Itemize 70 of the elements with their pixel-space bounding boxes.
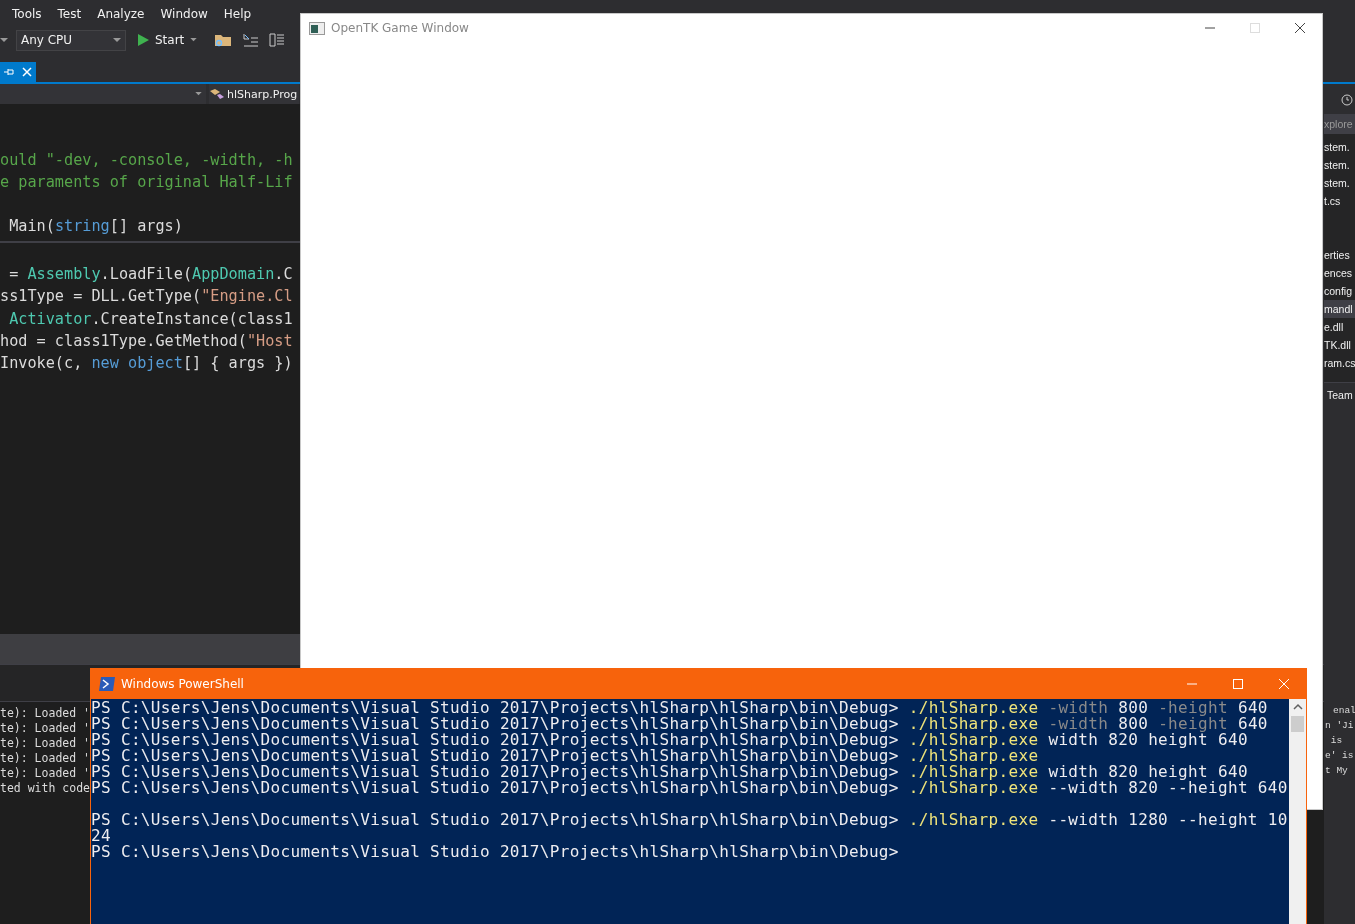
terminal-line: PS C:\Users\Jens\Documents\Visual Studio 2017\Projects\hlSharp\hlSharp\bin\Debug> ./hlSharp.exe --width 820 --height 640: [91, 780, 1289, 796]
code-line: e paraments of original Half-Lif: [0, 171, 294, 193]
tree-item[interactable]: ences: [1324, 264, 1355, 282]
menu-item[interactable]: Help: [215, 5, 260, 23]
output-line: e' is: [1325, 749, 1354, 763]
tree-item[interactable]: mandl: [1324, 300, 1355, 318]
output-line: te): Loaded ': [0, 721, 90, 736]
app-icon: [309, 21, 325, 35]
output-line: te): Loaded ': [0, 751, 90, 766]
tree-item[interactable]: erties: [1324, 246, 1355, 264]
clock-icon[interactable]: [1341, 92, 1353, 106]
terminal-line: PS C:\Users\Jens\Documents\Visual Studio 2017\Projects\hlSharp\hlSharp\bin\Debug> ./hlSharp.exe width 820 height 640: [91, 764, 1249, 780]
close-icon[interactable]: [1294, 22, 1306, 34]
menu-item[interactable]: Test: [49, 5, 90, 23]
output-line: ted with code: [0, 781, 90, 796]
menu-item[interactable]: Window: [152, 5, 216, 23]
member-dropdown[interactable]: hlSharp.Prog: [209, 84, 300, 104]
platform-dropdown[interactable]: Any CPU: [16, 29, 126, 51]
tree-item[interactable]: t.cs: [1324, 192, 1355, 210]
tree-item[interactable]: stem.: [1324, 138, 1355, 156]
output-line: t My: [1325, 764, 1348, 778]
class-icon: [209, 88, 225, 100]
menu-item[interactable]: Tools: [4, 5, 50, 23]
caret-icon: [195, 92, 202, 96]
code-line: Activator.CreateInstance(class1: [8, 308, 294, 330]
document-tab[interactable]: [0, 62, 36, 82]
window-title: Windows PowerShell: [121, 677, 244, 691]
output-line: is: [1329, 734, 1343, 748]
code-line: Invoke(c, new object[] { args }): [0, 353, 294, 375]
tree-item[interactable]: stem.: [1324, 156, 1355, 174]
terminal-line: 24: [91, 828, 112, 844]
output-line: enal: [1332, 704, 1355, 718]
code-line: = Assembly.LoadFile(AppDomain.C: [8, 264, 294, 286]
terminal-line: PS C:\Users\Jens\Documents\Visual Studio 2017\Projects\hlSharp\hlSharp\bin\Debug> ./hlSharp.exe -width 800 -height 640: [91, 716, 1269, 732]
caret-icon: [113, 37, 121, 43]
scrollbar[interactable]: [1289, 699, 1306, 924]
tree-item[interactable]: TK.dll: [1324, 336, 1355, 354]
tree-item[interactable]: ram.cs: [1324, 354, 1355, 372]
panel-tab[interactable]: Team: [1324, 382, 1355, 407]
terminal-line: PS C:\Users\Jens\Documents\Visual Studio 2017\Projects\hlSharp\hlSharp\bin\Debug>: [91, 844, 900, 860]
output-line: n 'Ji: [1325, 719, 1354, 733]
menu-item[interactable]: Analyze: [89, 5, 153, 23]
indent-icon[interactable]: [243, 33, 260, 47]
terminal-line: PS C:\Users\Jens\Documents\Visual Studio 2017\Projects\hlSharp\hlSharp\bin\Debug> ./hlSharp.exe --width 1280 --height 10: [91, 812, 1289, 828]
window-title: OpenTK Game Window: [331, 21, 469, 35]
code-line: ould "-dev, -console, -width, -h: [0, 149, 294, 171]
terminal-line: PS C:\Users\Jens\Documents\Visual Studio 2017\Projects\hlSharp\hlSharp\bin\Debug> ./hlSharp.exe -width 800 -height 640: [91, 700, 1269, 716]
dropdown-caret-icon[interactable]: [0, 37, 10, 43]
terminal-line: PS C:\Users\Jens\Documents\Visual Studio 2017\Projects\hlSharp\hlSharp\bin\Debug> ./hlSharp.exe width 820 height 640: [91, 732, 1249, 748]
tree-item[interactable]: stem.: [1324, 174, 1355, 192]
list-icon[interactable]: [269, 33, 286, 47]
scroll-thumb[interactable]: [1291, 716, 1304, 732]
terminal-icon: [99, 677, 115, 691]
start-button[interactable]: Start: [132, 33, 204, 47]
output-line: te): Loaded ': [0, 766, 90, 781]
folder-icon[interactable]: [213, 32, 234, 48]
pin-icon[interactable]: [4, 68, 14, 76]
tree-item[interactable]: config: [1324, 282, 1355, 300]
code-line: Main(string[] args): [8, 216, 184, 238]
output-line: te): Loaded ': [0, 736, 90, 751]
tree-item[interactable]: e.dll: [1324, 318, 1355, 336]
play-icon: [138, 34, 149, 46]
horizontal-scrollbar[interactable]: [0, 634, 300, 664]
terminal-line: PS C:\Users\Jens\Documents\Visual Studio 2017\Projects\hlSharp\hlSharp\bin\Debug> ./hlSharp.exe: [91, 748, 1040, 764]
caret-icon: [190, 38, 198, 42]
code-editor[interactable]: [0, 104, 300, 634]
panel-title: xplore: [1324, 114, 1355, 134]
code-line: ss1Type = DLL.GetType("Engine.Cl: [0, 286, 294, 308]
output-line: te): Loaded ': [0, 706, 90, 721]
code-line: hod = class1Type.GetMethod("Host: [0, 330, 294, 352]
